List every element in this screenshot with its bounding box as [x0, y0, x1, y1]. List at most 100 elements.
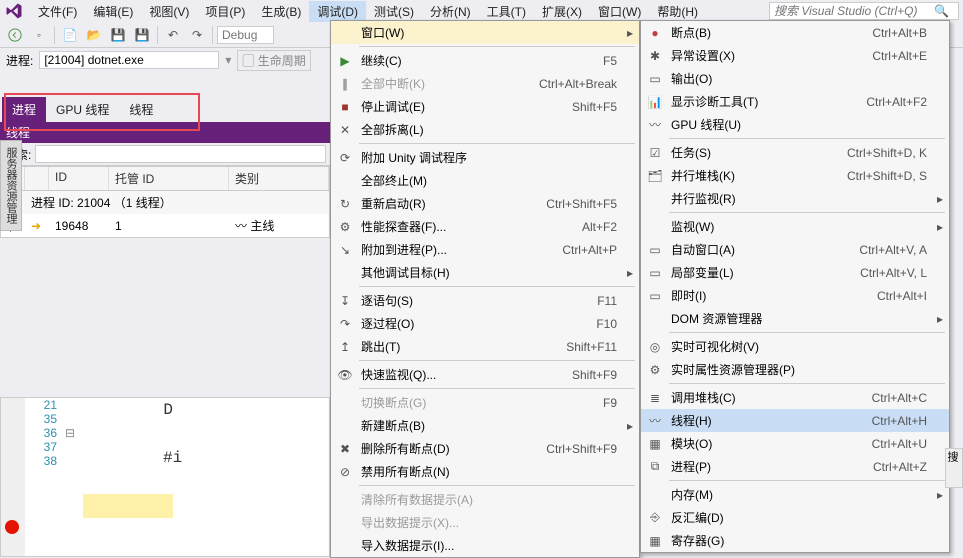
- save-icon[interactable]: 💾: [107, 24, 129, 46]
- menu-icon: 👁: [333, 368, 357, 382]
- menu-item[interactable]: ↘附加到进程(P)...Ctrl+Alt+P: [331, 238, 639, 261]
- quick-search[interactable]: 🔍: [769, 2, 959, 20]
- menu-label: 断点(B): [667, 24, 872, 41]
- menu-label: 切换断点(G): [357, 394, 603, 411]
- menu-item[interactable]: ↧逐语句(S)F11: [331, 289, 639, 312]
- col-mid[interactable]: 托管 ID: [109, 167, 229, 190]
- menu-item[interactable]: 新建断点(B)▸: [331, 414, 639, 437]
- submenu-arrow-icon: ▸: [931, 220, 943, 234]
- breakpoint-icon[interactable]: [5, 520, 19, 534]
- menu-item[interactable]: ⚙性能探查器(F)...Alt+F2: [331, 215, 639, 238]
- table-row[interactable]: 🏳 ➜ 19648 1 〰 主线: [1, 214, 329, 237]
- menu-item[interactable]: ≣调用堆栈(C)Ctrl+Alt+C: [641, 386, 949, 409]
- search-input[interactable]: [774, 4, 934, 18]
- menu-item[interactable]: ⊘禁用所有断点(N): [331, 460, 639, 483]
- menu-item[interactable]: 〰线程(H)Ctrl+Alt+H: [641, 409, 949, 432]
- menu-label: 禁用所有断点(N): [357, 463, 617, 480]
- menu-item[interactable]: ⎆反汇编(D): [641, 506, 949, 529]
- menu-icon: 🗂: [643, 169, 667, 183]
- menu-separator: [359, 143, 635, 144]
- nav-fwd-icon[interactable]: ◦: [28, 24, 50, 46]
- menu-view[interactable]: 视图(V): [141, 1, 197, 22]
- code-body[interactable]: D #i: [83, 398, 182, 556]
- menu-label: 自动窗口(A): [667, 241, 859, 258]
- menu-item[interactable]: ✱异常设置(X)Ctrl+Alt+E: [641, 44, 949, 67]
- menu-item[interactable]: 内存(M)▸: [641, 483, 949, 506]
- process-select[interactable]: [21004] dotnet.exe: [39, 51, 219, 69]
- menu-item[interactable]: 监视(W)▸: [641, 215, 949, 238]
- menu-item[interactable]: 🗂并行堆栈(K)Ctrl+Shift+D, S: [641, 164, 949, 187]
- grid-search-input[interactable]: [35, 145, 326, 163]
- menu-help[interactable]: 帮助(H): [649, 1, 706, 22]
- tab-gpu-threads[interactable]: GPU 线程: [46, 97, 119, 122]
- menu-edit[interactable]: 编辑(E): [85, 1, 141, 22]
- nav-back-icon[interactable]: [4, 24, 26, 46]
- col-id[interactable]: ID: [49, 167, 109, 190]
- menu-icon: ☑: [643, 146, 667, 160]
- menu-item[interactable]: 窗口(W)▸: [331, 21, 639, 44]
- menu-item[interactable]: ↥跳出(T)Shift+F11: [331, 335, 639, 358]
- side-tab[interactable]: 服务器资源管理: [0, 140, 22, 231]
- menu-item[interactable]: ⟳附加 Unity 调试程序: [331, 146, 639, 169]
- menu-separator: [669, 212, 945, 213]
- menu-item[interactable]: ▦模块(O)Ctrl+Alt+U: [641, 432, 949, 455]
- menu-item[interactable]: ▶继续(C)F5: [331, 49, 639, 72]
- menu-debug[interactable]: 调试(D): [309, 1, 366, 22]
- menu-item[interactable]: ■停止调试(E)Shift+F5: [331, 95, 639, 118]
- menu-label: 进程(P): [667, 458, 873, 475]
- menu-shortcut: Ctrl+Alt+U: [872, 437, 931, 451]
- menu-item[interactable]: ▦寄存器(G): [641, 529, 949, 552]
- col-cat[interactable]: 类别: [229, 167, 329, 190]
- tab-threads[interactable]: 线程: [119, 97, 163, 122]
- new-icon[interactable]: 📄: [59, 24, 81, 46]
- menu-label: 重新启动(R): [357, 195, 546, 212]
- right-side-tab[interactable]: 搜: [945, 448, 963, 488]
- menu-analyze[interactable]: 分析(N): [422, 1, 479, 22]
- menu-shortcut: F11: [597, 294, 621, 308]
- menu-item[interactable]: 👁快速监视(Q)...Shift+F9: [331, 363, 639, 386]
- menu-build[interactable]: 生成(B): [253, 1, 309, 22]
- menu-item[interactable]: ▭即时(I)Ctrl+Alt+I: [641, 284, 949, 307]
- menu-extensions[interactable]: 扩展(X): [534, 1, 590, 22]
- tab-process[interactable]: 进程: [2, 97, 46, 122]
- menu-file[interactable]: 文件(F): [30, 1, 85, 22]
- group-row[interactable]: ▾进程 ID: 21004 （1 线程）: [1, 191, 329, 214]
- menu-item[interactable]: ✖删除所有断点(D)Ctrl+Shift+F9: [331, 437, 639, 460]
- menu-item[interactable]: ↻重新启动(R)Ctrl+Shift+F5: [331, 192, 639, 215]
- menu-item[interactable]: 导入数据提示(I)...: [331, 534, 639, 557]
- undo-icon[interactable]: ↶: [162, 24, 184, 46]
- menu-item[interactable]: 全部终止(M): [331, 169, 639, 192]
- config-select[interactable]: Debug: [217, 26, 274, 44]
- menu-item[interactable]: ⚙实时属性资源管理器(P): [641, 358, 949, 381]
- menu-icon: ✱: [643, 49, 667, 63]
- menu-tools[interactable]: 工具(T): [479, 1, 534, 22]
- menu-item[interactable]: ▭输出(O): [641, 67, 949, 90]
- open-icon[interactable]: 📂: [83, 24, 105, 46]
- lifecycle-button[interactable]: ▢ 生命周期: [237, 50, 310, 71]
- menu-item[interactable]: 〰GPU 线程(U): [641, 113, 949, 136]
- menu-separator: [359, 388, 635, 389]
- menu-window[interactable]: 窗口(W): [590, 1, 649, 22]
- menu-test[interactable]: 测试(S): [366, 1, 422, 22]
- menu-item[interactable]: ↷逐过程(O)F10: [331, 312, 639, 335]
- menu-item[interactable]: 📊显示诊断工具(T)Ctrl+Alt+F2: [641, 90, 949, 113]
- menu-item[interactable]: ◎实时可视化树(V): [641, 335, 949, 358]
- menu-label: 并行监视(R): [667, 190, 927, 207]
- menu-item[interactable]: ✕全部拆离(L): [331, 118, 639, 141]
- menu-item[interactable]: 并行监视(R)▸: [641, 187, 949, 210]
- line-numbers: 2135363738: [25, 398, 65, 556]
- menu-label: 调用堆栈(C): [667, 389, 872, 406]
- menu-project[interactable]: 项目(P): [197, 1, 253, 22]
- menu-item[interactable]: ▭自动窗口(A)Ctrl+Alt+V, A: [641, 238, 949, 261]
- menu-item[interactable]: ●断点(B)Ctrl+Alt+B: [641, 21, 949, 44]
- menu-item[interactable]: DOM 资源管理器▸: [641, 307, 949, 330]
- menu-item[interactable]: 其他调试目标(H)▸: [331, 261, 639, 284]
- menu-shortcut: Ctrl+Alt+B: [872, 26, 931, 40]
- menu-item[interactable]: ⧉进程(P)Ctrl+Alt+Z: [641, 455, 949, 478]
- menu-item[interactable]: ▭局部变量(L)Ctrl+Alt+V, L: [641, 261, 949, 284]
- redo-icon[interactable]: ↷: [186, 24, 208, 46]
- menu-item[interactable]: ☑任务(S)Ctrl+Shift+D, K: [641, 141, 949, 164]
- menu-icon: 〰: [643, 116, 667, 133]
- save-all-icon[interactable]: 💾: [131, 24, 153, 46]
- fold-column[interactable]: ⊟: [65, 398, 83, 556]
